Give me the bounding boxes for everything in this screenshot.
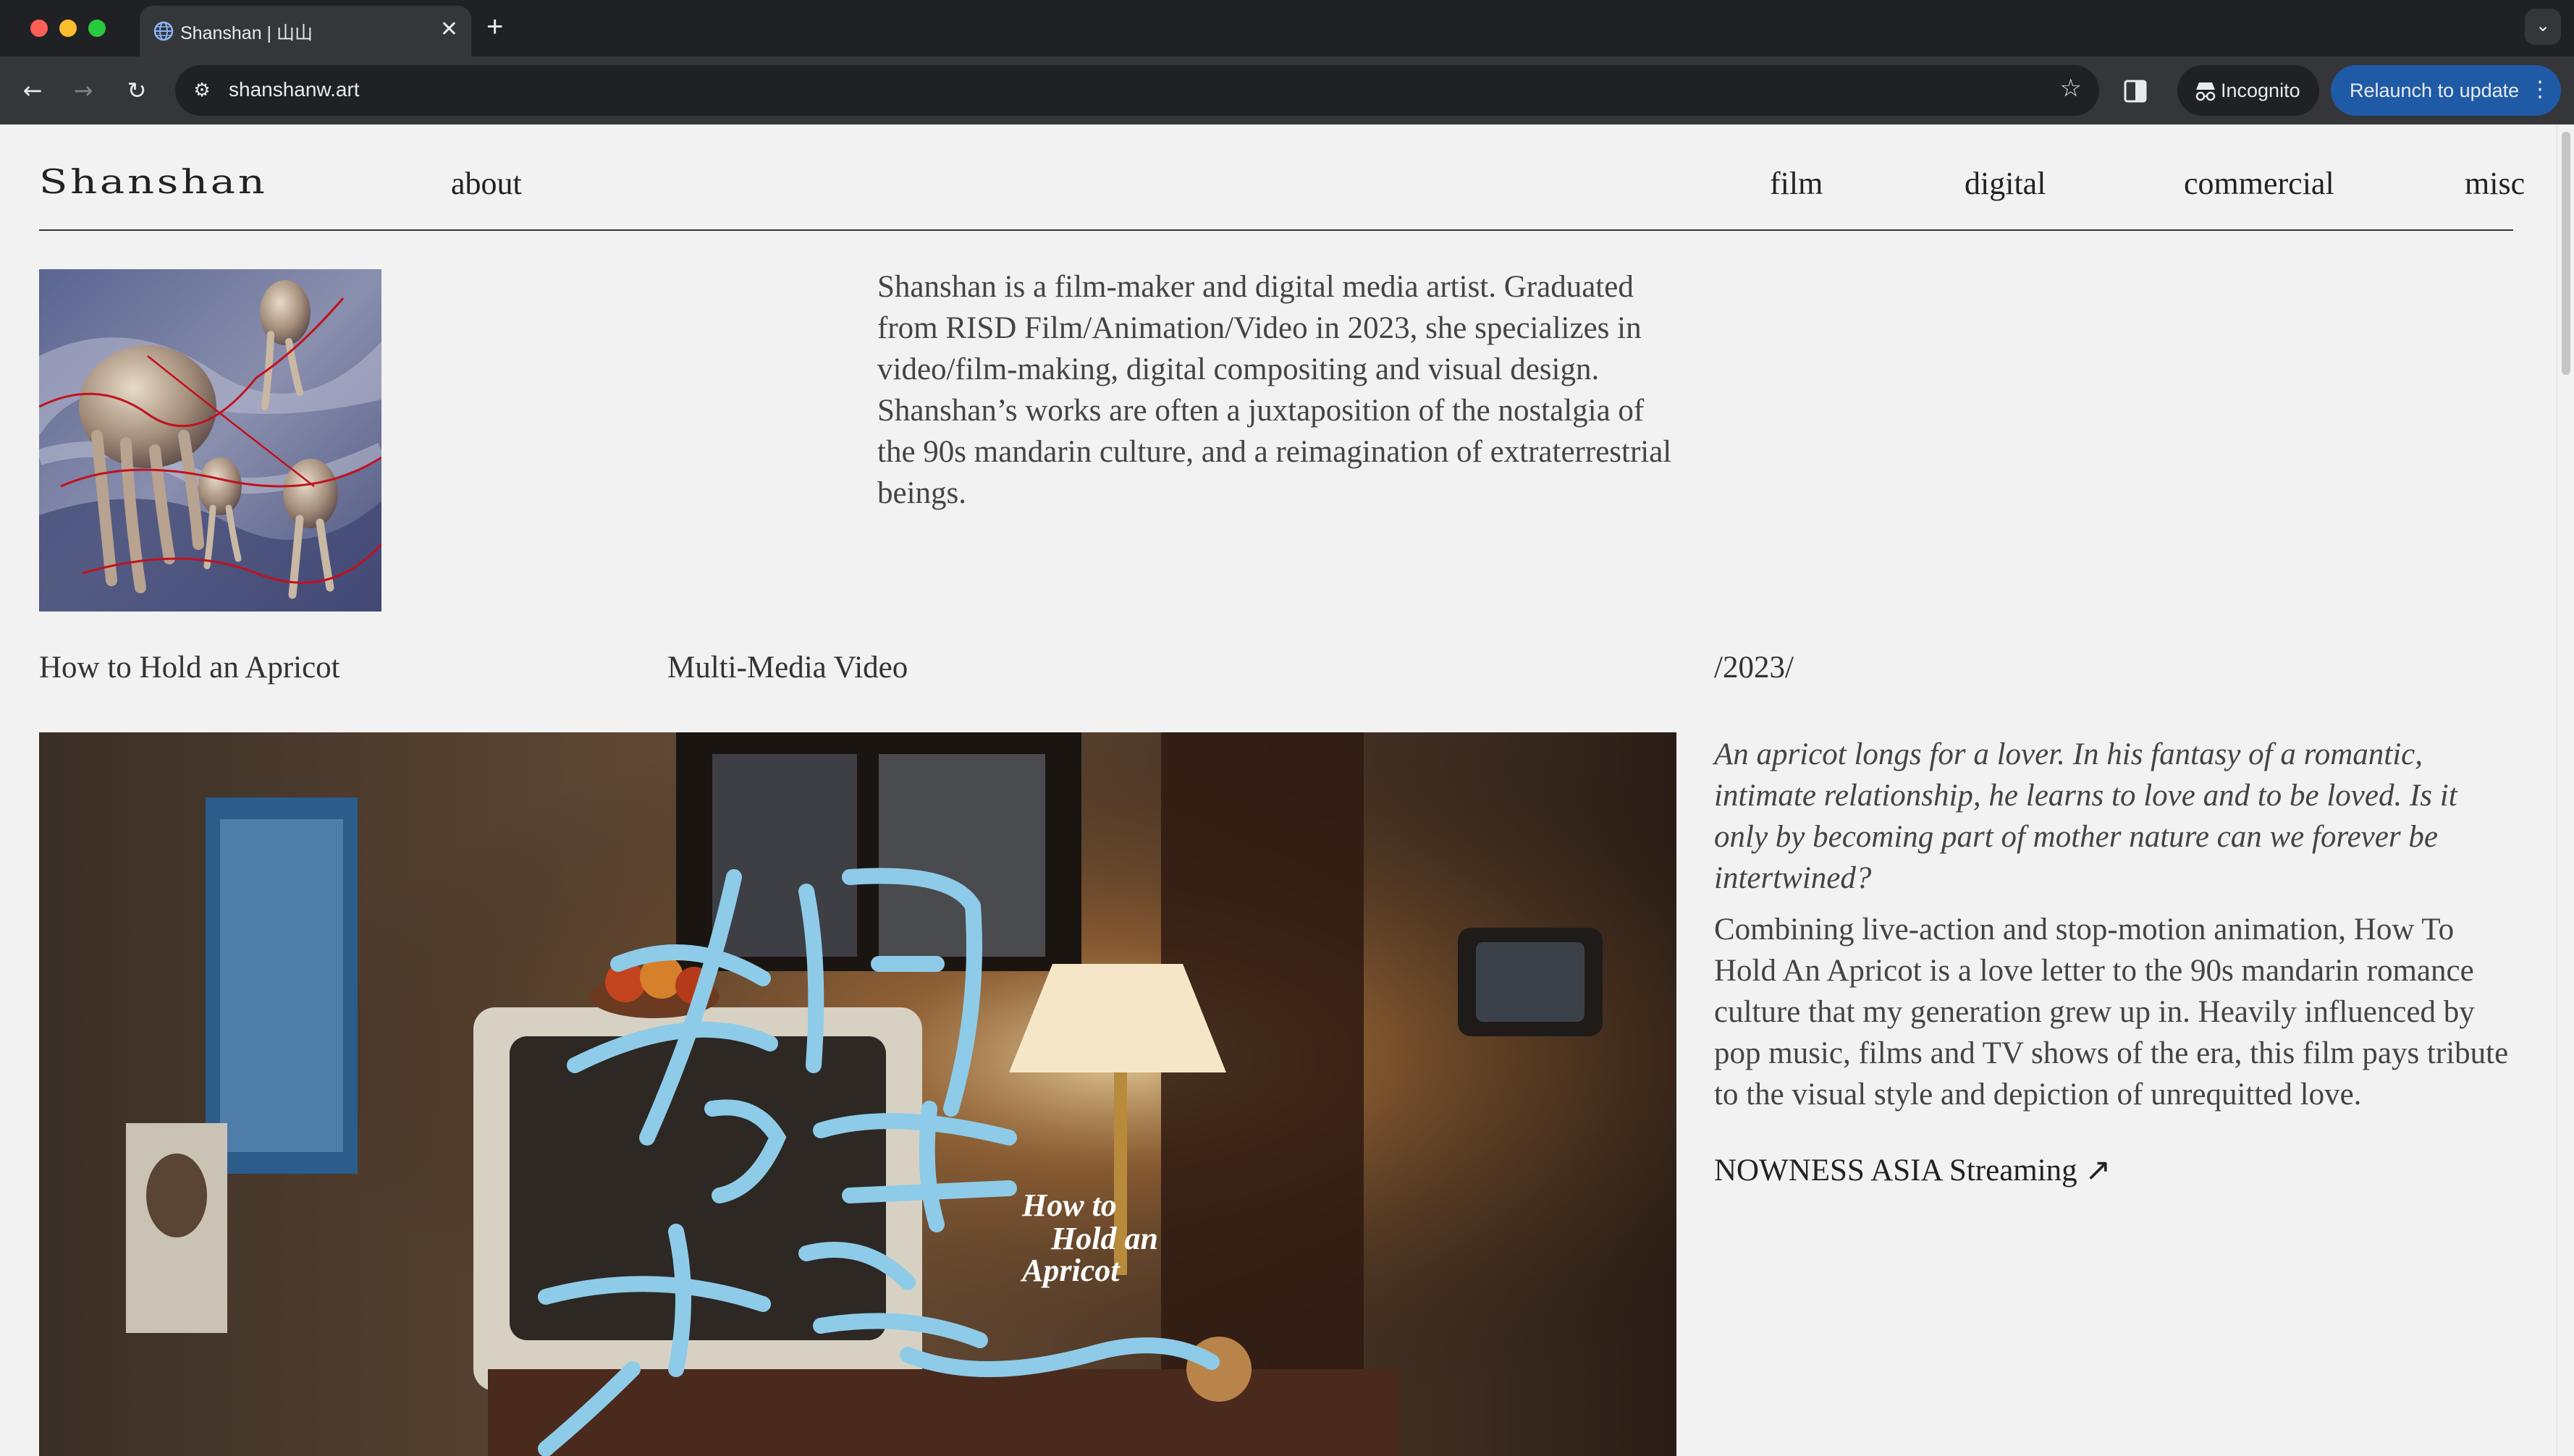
relaunch-label: Relaunch to update: [2350, 80, 2520, 101]
browser-tab[interactable]: Shanshan | 山山 ✕: [140, 6, 471, 56]
address-bar[interactable]: ⚙ shanshanw.art ☆: [175, 65, 2099, 116]
incognito-icon: [2195, 82, 2216, 101]
browser-tab-strip: Shanshan | 山山 ✕ + ⌄: [0, 0, 2574, 56]
film-poster-image[interactable]: How to Hold an Apricot: [39, 732, 1676, 1456]
incognito-label: Incognito: [2221, 80, 2300, 101]
back-button[interactable]: ←: [14, 72, 51, 109]
new-tab-button[interactable]: +: [486, 10, 503, 43]
project-synopsis: An apricot longs for a lover. In his fan…: [1714, 737, 2457, 895]
film-still-illustration: [39, 732, 1676, 1456]
nav-film[interactable]: film: [1770, 165, 1823, 202]
tab-close-icon[interactable]: ✕: [440, 17, 458, 42]
tab-search-button[interactable]: ⌄: [2525, 9, 2561, 45]
zoom-window-button[interactable]: [88, 20, 106, 37]
menu-kebab-icon[interactable]: ⋮: [2529, 77, 2551, 102]
site-logo[interactable]: Shanshan: [39, 162, 268, 201]
close-window-button[interactable]: [30, 20, 48, 37]
poster-title-line3: Apricot: [1022, 1253, 1120, 1288]
project-title[interactable]: How to Hold an Apricot: [39, 650, 340, 685]
poster-title-line1: How to: [1022, 1188, 1117, 1223]
reload-button[interactable]: ↻: [119, 72, 155, 109]
page-content: Shanshan about film digital commercial m…: [0, 124, 2557, 1456]
project-medium: Multi-Media Video: [667, 651, 908, 685]
side-panel-icon[interactable]: [2119, 75, 2151, 107]
page-scrollbar[interactable]: [2557, 124, 2574, 1456]
browser-toolbar: ← → ↻ ⚙ shanshanw.art ☆ Incognito Relaun…: [0, 56, 2574, 124]
artist-artwork-thumbnail[interactable]: [39, 269, 381, 611]
forward-button[interactable]: →: [65, 72, 101, 109]
scrollbar-thumb[interactable]: [2562, 132, 2570, 375]
nav-about[interactable]: about: [451, 165, 522, 202]
incognito-indicator[interactable]: Incognito: [2177, 65, 2319, 116]
globe-icon: [153, 21, 174, 41]
site-info-icon[interactable]: ⚙: [185, 74, 219, 107]
bookmark-star-icon[interactable]: ☆: [2060, 74, 2082, 103]
header-divider: [39, 229, 2513, 231]
nav-digital[interactable]: digital: [1965, 165, 2046, 202]
nav-commercial[interactable]: commercial: [2184, 165, 2334, 202]
project-description: Combining live-action and stop-motion an…: [1714, 913, 2509, 1112]
nav-misc[interactable]: misc: [2465, 165, 2525, 202]
artist-bio: Shanshan is a film-maker and digital med…: [877, 270, 1672, 510]
nowness-streaming-link[interactable]: NOWNESS ASIA Streaming ↗: [1714, 1152, 2111, 1188]
minimize-window-button[interactable]: [59, 20, 77, 37]
url-text[interactable]: shanshanw.art: [229, 78, 360, 101]
project-year: /2023/: [1714, 651, 1794, 685]
relaunch-to-update-button[interactable]: Relaunch to update ⋮: [2331, 65, 2561, 116]
tab-title: Shanshan | 山山: [180, 23, 313, 43]
